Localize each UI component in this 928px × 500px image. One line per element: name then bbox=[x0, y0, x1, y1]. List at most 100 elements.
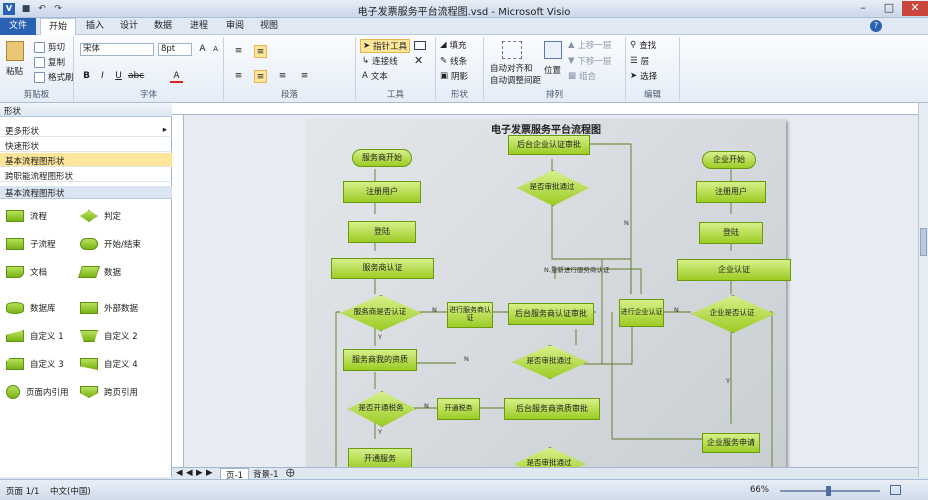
flow-node-n17[interactable]: 企业开始 bbox=[702, 151, 756, 169]
stencil-shape-9[interactable]: 自定义 1 bbox=[6, 323, 86, 349]
grow-font-button[interactable]: A bbox=[196, 43, 209, 56]
stencil-shape-5[interactable]: 文档 bbox=[6, 259, 86, 285]
align-top-button[interactable]: ≡ bbox=[254, 45, 267, 58]
page-nav-prev[interactable]: ◀ bbox=[186, 468, 193, 478]
tab-process[interactable]: 进程 bbox=[182, 18, 216, 35]
flow-node-n10[interactable]: 是否开通税务 bbox=[348, 391, 414, 425]
zoom-slider-thumb[interactable] bbox=[826, 486, 831, 496]
stencil-basic-flowchart[interactable]: 基本流程图形状 bbox=[0, 153, 172, 167]
stencil-shape-2[interactable]: 判定 bbox=[80, 203, 160, 229]
align-right-button[interactable]: ≡ bbox=[276, 70, 289, 83]
flow-node-n5[interactable]: 服务商是否认证 bbox=[340, 295, 420, 329]
more-shapes-item[interactable]: 更多形状 ▸ bbox=[0, 123, 172, 137]
pointer-tool-button[interactable]: ➤ 指针工具 bbox=[360, 39, 411, 53]
flow-node-n7[interactable]: 后台服务商认证审批 bbox=[508, 303, 594, 325]
close-button[interactable]: ✕ bbox=[902, 1, 928, 16]
font-color-button[interactable]: A bbox=[170, 70, 183, 83]
page-nav-last[interactable]: ▶ bbox=[206, 468, 213, 478]
stencil-shape-8[interactable]: 外部数据 bbox=[80, 295, 160, 321]
font-size-select[interactable]: 8pt bbox=[158, 43, 192, 56]
flow-node-n13[interactable]: 开通服务 bbox=[348, 448, 412, 467]
shrink-font-button[interactable]: A bbox=[209, 43, 222, 56]
stencil-shape-10[interactable]: 自定义 2 bbox=[80, 323, 160, 349]
stencil-shape-7[interactable]: 数据库 bbox=[6, 295, 86, 321]
shadow-button[interactable]: ▣ 阴影 bbox=[440, 70, 468, 82]
italic-button[interactable]: I bbox=[96, 70, 109, 83]
line-button[interactable]: ✎ 线条 bbox=[440, 55, 467, 67]
strikethrough-button[interactable]: abc bbox=[128, 70, 144, 83]
drawing-page[interactable]: 电子发票服务平台流程图 服务商开始 注册用户 登陆 服务商认证 服务商是否认证 … bbox=[306, 119, 791, 467]
bold-button[interactable]: B bbox=[80, 70, 93, 83]
position-icon[interactable] bbox=[544, 41, 562, 59]
page-nav-first[interactable]: ◀ bbox=[176, 468, 183, 478]
flow-node-n21[interactable]: 企业是否认证 bbox=[691, 295, 773, 331]
flow-node-n14[interactable]: 是否审批通过 bbox=[514, 447, 584, 467]
auto-align-label[interactable]: 自动对齐和 bbox=[490, 62, 533, 74]
scroll-thumb[interactable] bbox=[920, 228, 927, 256]
group-button[interactable]: ▩ 组合 bbox=[568, 70, 596, 82]
minimize-button[interactable]: – bbox=[850, 1, 876, 16]
flow-node-n9[interactable]: 服务商我的资质 bbox=[343, 349, 417, 371]
flow-node-n23[interactable]: 企业服务申请 bbox=[702, 433, 760, 453]
delete-icon[interactable]: ✕ bbox=[414, 54, 423, 67]
copy-button[interactable]: 复制 bbox=[34, 56, 65, 68]
stencil-shape-11[interactable]: 自定义 3 bbox=[6, 351, 86, 377]
stencil-shape-14[interactable]: 跨页引用 bbox=[80, 379, 160, 405]
rectangle-tool-icon[interactable] bbox=[414, 41, 426, 50]
insert-page-icon[interactable]: ⨁ bbox=[286, 468, 295, 478]
flow-node-n1[interactable]: 服务商开始 bbox=[352, 149, 412, 167]
stencil-shape-12[interactable]: 自定义 4 bbox=[80, 351, 160, 377]
stencil-shape-3[interactable]: 子流程 bbox=[6, 231, 86, 257]
paste-button[interactable]: 粘贴 bbox=[6, 65, 23, 77]
tab-design[interactable]: 设计 bbox=[112, 18, 146, 35]
flow-node-n12[interactable]: 后台服务商资质审批 bbox=[504, 398, 600, 420]
connector-button[interactable]: ↳ 连接线 bbox=[362, 55, 398, 67]
page-nav-next[interactable]: ▶ bbox=[196, 468, 203, 478]
layer-button[interactable]: ☰ 层 bbox=[630, 55, 649, 67]
justify-button[interactable]: ≡ bbox=[298, 70, 311, 83]
drawing-canvas[interactable]: 电子发票服务平台流程图 服务商开始 注册用户 登陆 服务商认证 服务商是否认证 … bbox=[184, 115, 918, 467]
flow-node-n19[interactable]: 登陆 bbox=[699, 222, 763, 244]
fit-page-icon[interactable] bbox=[890, 485, 901, 495]
paste-icon[interactable] bbox=[6, 41, 24, 61]
flow-node-n2[interactable]: 注册用户 bbox=[343, 181, 421, 203]
help-icon[interactable]: ? bbox=[870, 20, 882, 32]
vertical-scrollbar[interactable] bbox=[918, 103, 928, 477]
flow-node-n15[interactable]: 后台企业认证审批 bbox=[508, 135, 590, 155]
align-left-button[interactable]: ≡ bbox=[232, 70, 245, 83]
format-painter-button[interactable]: 格式刷 bbox=[34, 71, 74, 83]
stencil-shape-4[interactable]: 开始/结束 bbox=[80, 231, 160, 257]
underline-button[interactable]: U bbox=[112, 70, 125, 83]
stencil-shape-13[interactable]: 页面内引用 bbox=[6, 379, 86, 405]
tab-file[interactable]: 文件 bbox=[0, 18, 36, 35]
tab-insert[interactable]: 插入 bbox=[78, 18, 112, 35]
font-family-select[interactable]: 宋体 bbox=[80, 43, 154, 56]
flow-node-n20[interactable]: 企业认证 bbox=[677, 259, 791, 281]
send-backward-button[interactable]: ▼ 下移一层 bbox=[568, 55, 612, 67]
flow-node-n22[interactable]: 进行企业认证 bbox=[619, 299, 664, 327]
stencil-shape-1[interactable]: 流程 bbox=[6, 203, 86, 229]
fill-button[interactable]: ◢ 填充 bbox=[440, 39, 467, 51]
flow-node-n18[interactable]: 注册用户 bbox=[696, 181, 766, 203]
position-button[interactable]: 位置 bbox=[544, 64, 561, 76]
stencil-cross-functional[interactable]: 跨职能流程图形状 bbox=[0, 168, 172, 182]
auto-space-label[interactable]: 自动调整间距 bbox=[490, 74, 541, 86]
auto-align-icon[interactable] bbox=[502, 41, 522, 59]
tab-home[interactable]: 开始 bbox=[40, 18, 77, 36]
quick-shapes-item[interactable]: 快速形状 bbox=[0, 138, 172, 152]
flow-node-n3[interactable]: 登陆 bbox=[348, 221, 416, 243]
align-middle-button[interactable]: ≡ bbox=[232, 45, 245, 58]
stencil-shape-6[interactable]: 数据 bbox=[78, 259, 160, 285]
flow-node-n4[interactable]: 服务商认证 bbox=[331, 258, 434, 279]
find-button[interactable]: ⚲ 查找 bbox=[630, 39, 656, 51]
select-button[interactable]: ➤ 选择 bbox=[630, 70, 657, 82]
flow-node-n11[interactable]: 开通税务 bbox=[437, 398, 480, 420]
tab-view[interactable]: 视图 bbox=[252, 18, 286, 35]
cut-button[interactable]: 剪切 bbox=[34, 41, 65, 53]
flow-node-n8[interactable]: 是否审批通过 bbox=[512, 345, 586, 377]
align-center-button[interactable]: ≡ bbox=[254, 70, 267, 83]
tab-review[interactable]: 审阅 bbox=[218, 18, 252, 35]
maximize-button[interactable]: □ bbox=[876, 1, 902, 16]
bring-forward-button[interactable]: ▲ 上移一层 bbox=[568, 39, 612, 51]
tab-data[interactable]: 数据 bbox=[146, 18, 180, 35]
